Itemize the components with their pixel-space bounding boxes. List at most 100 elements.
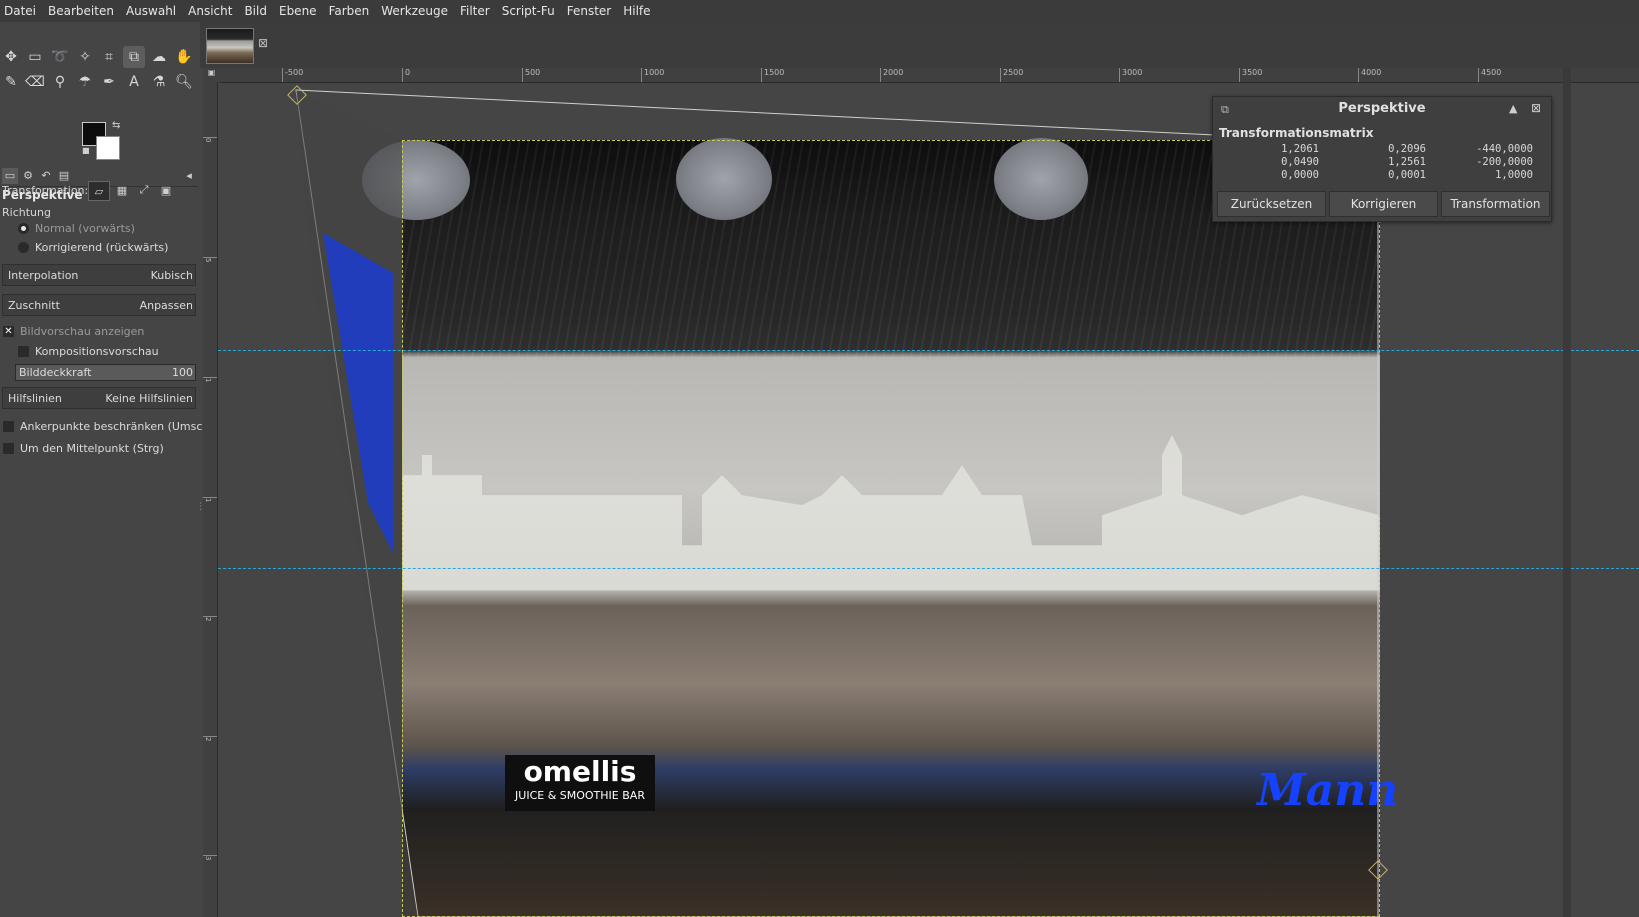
transformation-type-selector: ▱ ▦ ⤢ ▣	[88, 181, 176, 201]
dock-menu-icon[interactable]: ◂	[181, 168, 197, 184]
smudge-tool-icon[interactable]: ☂	[74, 71, 96, 93]
perspective-dialog: ⧉ Perspektive ▲ ⊠ Transformationsmatrix …	[1212, 96, 1552, 222]
menu-farben[interactable]: Farben	[323, 4, 376, 18]
transform-selection-icon[interactable]: ▦	[112, 181, 132, 199]
ruler-h-label: 0	[402, 68, 410, 82]
zuschnitt-label: Zuschnitt	[8, 298, 60, 312]
matrix-cell: -200,0000	[1476, 156, 1533, 168]
kompositionsvorschau-checkbox[interactable]: Kompositionsvorschau	[18, 345, 159, 358]
perspective-tool-icon[interactable]: ⧉	[123, 46, 145, 68]
matrix-cell: 1,0000	[1495, 169, 1533, 181]
zuschnitt-combo[interactable]: Zuschnitt Anpassen	[2, 294, 196, 316]
mittelpunkt-label: Um den Mittelpunkt (Strg)	[20, 442, 164, 455]
dialog-buttons: Zurücksetzen Korrigieren Transformation	[1217, 191, 1550, 217]
crop-tool-icon[interactable]: ⌗	[98, 46, 120, 68]
tool-options-tab-icon[interactable]: ▭	[2, 168, 18, 184]
checkbox-unchecked	[3, 421, 14, 432]
hilfslinien-combo[interactable]: Hilfslinien Keine Hilfslinien	[2, 387, 196, 409]
menu-datei[interactable]: Datei	[0, 4, 42, 18]
zuschnitt-value: Anpassen	[139, 298, 193, 312]
clone-tool-icon[interactable]: ⚲	[49, 71, 71, 93]
matrix-cell: 1,2561	[1388, 156, 1426, 168]
ruler-h-label: 3000	[1119, 68, 1142, 82]
ruler-h-label: 1000	[641, 68, 664, 82]
radio-dot-on	[18, 223, 29, 234]
vertical-scrollbar[interactable]	[1563, 68, 1571, 917]
ruler-corner-icon[interactable]: ▣	[203, 68, 220, 82]
ankerpunkte-checkbox[interactable]: Ankerpunkte beschränken (Umsc	[3, 420, 202, 433]
menu-fenster[interactable]: Fenster	[561, 4, 618, 18]
bilddeckkraft-slider[interactable]: Bilddeckkraft 100	[15, 364, 196, 381]
ruler-h-label: 4500	[1478, 68, 1501, 82]
images-tab-icon[interactable]: ▤	[56, 168, 72, 184]
matrix-cell: 0,2096	[1388, 143, 1426, 155]
hilfslinien-value: Keine Hilfslinien	[105, 391, 193, 405]
mittelpunkt-checkbox[interactable]: Um den Mittelpunkt (Strg)	[3, 442, 164, 455]
undo-history-tab-icon[interactable]: ↶	[38, 168, 54, 184]
bilddeckkraft-value: 100	[172, 366, 193, 379]
horizontal-ruler[interactable]: -500 0 500 1000 1500 2000 2500 3000 3500…	[220, 68, 1639, 83]
ruler-v-label: 1	[203, 377, 217, 382]
menu-bild[interactable]: Bild	[238, 4, 273, 18]
menu-bar: Datei Bearbeiten Auswahl Ansicht Bild Eb…	[0, 0, 1639, 22]
background-color[interactable]	[96, 136, 120, 160]
checkbox-unchecked	[3, 443, 14, 454]
eraser-tool-icon[interactable]: ⌫	[24, 71, 46, 93]
bucket-fill-tool-icon[interactable]: ✋	[173, 46, 195, 68]
dialog-close-icon[interactable]: ⊠	[1531, 101, 1541, 115]
ruler-v-label: 2	[203, 616, 217, 621]
menu-ansicht[interactable]: Ansicht	[182, 4, 238, 18]
ruler-v-label: 2	[203, 736, 217, 741]
bildvorschau-checkbox[interactable]: ✕ Bildvorschau anzeigen	[3, 325, 144, 338]
menu-hilfe[interactable]: Hilfe	[617, 4, 656, 18]
reset-colors-icon[interactable]: ■	[82, 146, 90, 155]
menu-auswahl[interactable]: Auswahl	[120, 4, 182, 18]
reset-button[interactable]: Zurücksetzen	[1217, 191, 1326, 217]
paths-tool-icon[interactable]: ✒	[98, 71, 120, 93]
paintbrush-tool-icon[interactable]: ✎	[0, 71, 22, 93]
warp-tool-icon[interactable]: ☁	[148, 46, 170, 68]
interpolation-combo[interactable]: Interpolation Kubisch	[2, 264, 196, 286]
transform-path-icon[interactable]: ⤢	[134, 181, 154, 199]
move-tool-icon[interactable]: ✥	[0, 46, 22, 68]
matrix-cell: 0,0001	[1388, 169, 1426, 181]
device-status-tab-icon[interactable]: ⚙	[20, 168, 36, 184]
lasso-tool-icon[interactable]: ➰	[49, 46, 71, 68]
zoom-tool-icon[interactable]: 🔍︎	[173, 71, 195, 93]
radio-korrigierend-label: Korrigierend (rückwärts)	[35, 241, 169, 254]
dialog-collapse-icon[interactable]: ▲	[1509, 102, 1517, 115]
image-tabs-bar: ⊠	[200, 22, 1639, 68]
menu-werkzeuge[interactable]: Werkzeuge	[375, 4, 454, 18]
ruler-h-label: 4000	[1358, 68, 1381, 82]
tool-grid: ✥ ▭ ➰ ✧ ⌗ ⧉ ☁ ✋ ✎ ⌫ ⚲ ☂ ✒ A ⚗ 🔍︎	[0, 46, 208, 122]
dialog-title: Perspektive	[1338, 101, 1426, 116]
close-image-icon[interactable]: ⊠	[258, 36, 268, 50]
text-tool-icon[interactable]: A	[123, 71, 145, 93]
image-thumbnail[interactable]	[206, 28, 254, 64]
transform-preview-rect	[402, 140, 1380, 917]
radio-korrigierend[interactable]: Korrigierend (rückwärts)	[18, 241, 168, 254]
menu-script-fu[interactable]: Script-Fu	[496, 4, 561, 18]
matrix-cell: 1,2061	[1281, 143, 1319, 155]
fuzzy-select-tool-icon[interactable]: ✧	[74, 46, 96, 68]
rect-select-tool-icon[interactable]: ▭	[24, 46, 46, 68]
matrix-cell: 0,0000	[1281, 169, 1319, 181]
menu-bearbeiten[interactable]: Bearbeiten	[42, 4, 120, 18]
interpolation-value: Kubisch	[150, 268, 193, 282]
swap-colors-icon[interactable]: ⇆	[112, 120, 120, 131]
ruler-h-label: 3500	[1239, 68, 1262, 82]
transform-image-icon[interactable]: ▣	[156, 181, 176, 199]
menu-filter[interactable]: Filter	[454, 4, 496, 18]
transform-layer-icon[interactable]: ▱	[88, 181, 110, 201]
radio-normal[interactable]: Normal (vorwärts)	[18, 222, 135, 235]
color-picker-tool-icon[interactable]: ⚗	[148, 71, 170, 93]
correct-button[interactable]: Korrigieren	[1329, 191, 1438, 217]
vertical-ruler[interactable]: 0 5 1 1 2 2 3	[203, 82, 218, 917]
checkbox-checked: ✕	[3, 326, 14, 337]
pane-resize-grip[interactable]: ⋮	[196, 502, 205, 522]
matrix-cell: -440,0000	[1476, 143, 1533, 155]
menu-ebene[interactable]: Ebene	[273, 4, 323, 18]
ruler-v-label: 1	[203, 497, 217, 502]
transform-button[interactable]: Transformation	[1441, 191, 1550, 217]
fg-bg-colors[interactable]: ⇆ ■	[82, 120, 126, 162]
